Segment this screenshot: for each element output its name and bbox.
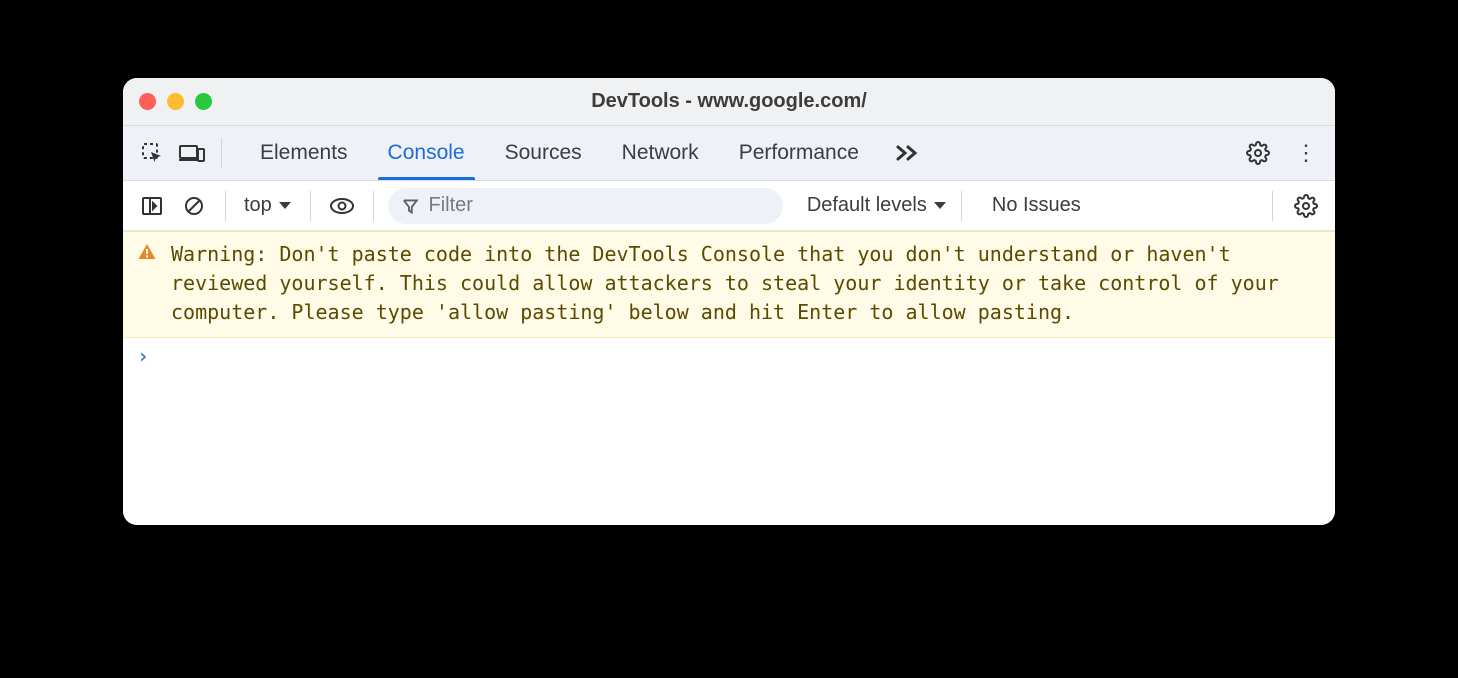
live-expression-icon[interactable]	[325, 189, 359, 223]
more-options-icon[interactable]: ⋮	[1289, 140, 1323, 166]
divider	[373, 191, 374, 221]
tab-network[interactable]: Network	[602, 126, 719, 180]
warning-icon	[137, 242, 157, 262]
levels-label: Default levels	[807, 194, 927, 217]
console-output: Warning: Don't paste code into the DevTo…	[123, 231, 1335, 525]
clear-console-icon[interactable]	[177, 189, 211, 223]
minimize-window-button[interactable]	[167, 93, 184, 110]
window-title: DevTools - www.google.com/	[123, 90, 1335, 113]
chevron-down-icon	[278, 201, 292, 211]
filter-icon	[402, 197, 419, 215]
console-prompt-row[interactable]: ›	[123, 338, 1335, 374]
close-window-button[interactable]	[139, 93, 156, 110]
chevron-down-icon	[933, 201, 947, 211]
toggle-drawer-icon[interactable]	[135, 189, 169, 223]
console-warning-row: Warning: Don't paste code into the DevTo…	[123, 231, 1335, 338]
tab-label: Console	[388, 141, 465, 165]
main-tabbar: Elements Console Sources Network Perform…	[123, 126, 1335, 181]
tab-label: Performance	[739, 141, 859, 165]
settings-icon[interactable]	[1241, 136, 1275, 170]
divider	[225, 191, 226, 221]
titlebar: DevTools - www.google.com/	[123, 78, 1335, 126]
divider	[1272, 191, 1273, 221]
device-toolbar-icon[interactable]	[175, 136, 209, 170]
inspect-element-icon[interactable]	[135, 136, 169, 170]
tab-console[interactable]: Console	[368, 126, 485, 180]
tab-elements[interactable]: Elements	[240, 126, 368, 180]
divider	[310, 191, 311, 221]
panel-tabs: Elements Console Sources Network Perform…	[240, 126, 879, 180]
devtools-window: DevTools - www.google.com/ Elements Cons…	[123, 78, 1335, 525]
log-level-selector[interactable]: Default levels	[807, 194, 947, 217]
tab-label: Network	[622, 141, 699, 165]
console-warning-text: Warning: Don't paste code into the DevTo…	[171, 240, 1321, 327]
tab-performance[interactable]: Performance	[719, 126, 879, 180]
issues-label-text: No Issues	[992, 194, 1081, 216]
divider	[221, 138, 222, 168]
execution-context-selector[interactable]: top	[240, 194, 296, 217]
filter-input[interactable]	[429, 194, 769, 217]
window-controls	[139, 93, 212, 110]
tab-sources[interactable]: Sources	[485, 126, 602, 180]
more-tabs-icon[interactable]	[891, 136, 925, 170]
maximize-window-button[interactable]	[195, 93, 212, 110]
tab-label: Elements	[260, 141, 348, 165]
console-toolbar: top Default levels No Issues	[123, 181, 1335, 231]
context-label: top	[244, 194, 272, 217]
tab-label: Sources	[505, 141, 582, 165]
console-settings-icon[interactable]	[1289, 189, 1323, 223]
filter-box[interactable]	[388, 188, 783, 224]
issues-button[interactable]: No Issues	[992, 194, 1081, 217]
prompt-caret-icon: ›	[137, 344, 149, 368]
divider	[961, 191, 962, 221]
